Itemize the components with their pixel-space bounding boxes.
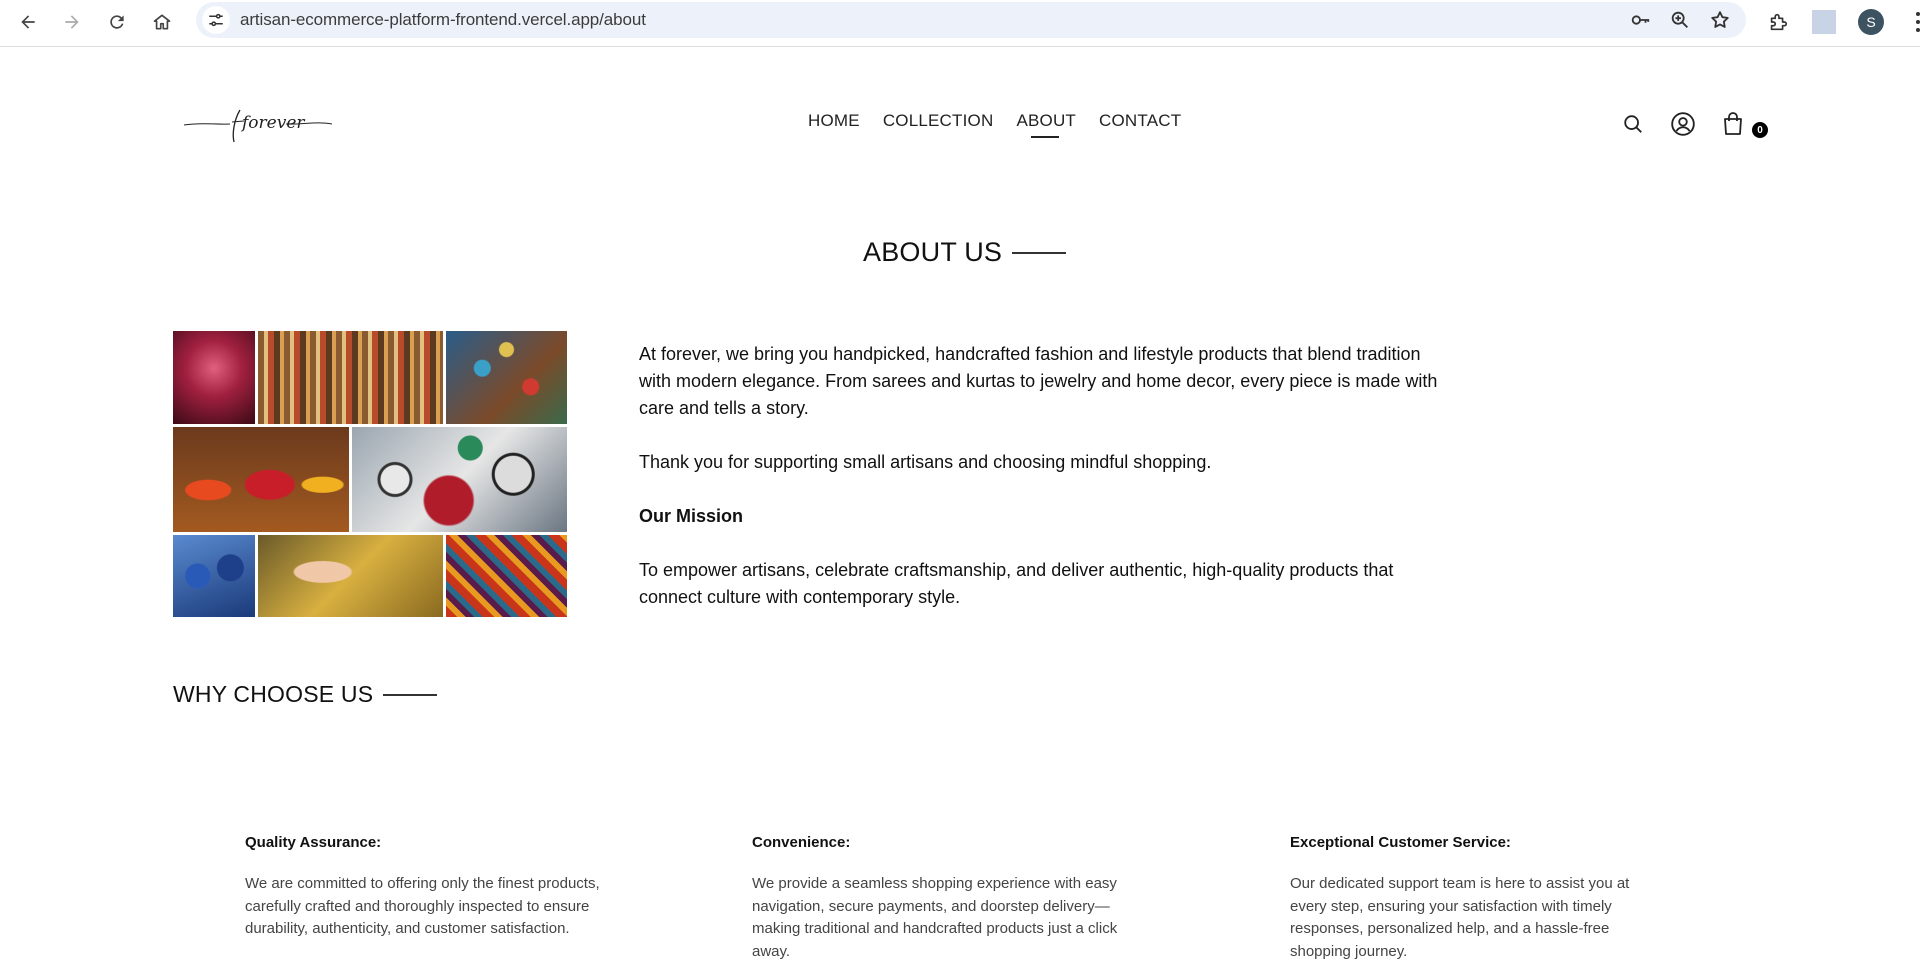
nav-collection[interactable]: COLLECTION <box>883 111 994 131</box>
about-paragraph-2: Thank you for supporting small artisans … <box>639 452 1212 472</box>
menu-dots-icon[interactable] <box>1906 10 1920 34</box>
forward-button[interactable] <box>56 6 88 38</box>
why-title-text: WHY CHOOSE US <box>173 681 374 707</box>
home-button[interactable] <box>146 6 178 38</box>
forever-logo-script: forever <box>183 109 333 143</box>
search-icon[interactable] <box>1622 113 1644 135</box>
tune-icon <box>209 13 223 27</box>
feature-customer-service: Exceptional Customer Service: Our dedica… <box>1290 834 1670 963</box>
feature-text: We provide a seamless shopping experienc… <box>752 875 1118 960</box>
extensions-icon[interactable] <box>1766 10 1790 34</box>
feature-title: Convenience: <box>752 834 851 851</box>
cart-button[interactable]: 0 <box>1722 112 1768 138</box>
feature-text: We are committed to offering only the fi… <box>245 875 600 937</box>
forward-icon <box>65 15 79 29</box>
svg-text:forever: forever <box>240 113 305 133</box>
address-bar[interactable]: artisan-ecommerce-platform-frontend.verc… <box>196 2 1746 38</box>
nav-contact[interactable]: CONTACT <box>1099 111 1181 131</box>
feature-convenience: Convenience: We provide a seamless shopp… <box>752 834 1132 963</box>
back-icon <box>21 15 35 29</box>
title-underline <box>383 693 438 696</box>
site-info-button[interactable] <box>202 6 230 34</box>
reload-icon <box>110 15 124 29</box>
about-title-text: ABOUT US <box>863 237 1003 267</box>
reload-button[interactable] <box>101 6 133 38</box>
browser-toolbar: artisan-ecommerce-platform-frontend.verc… <box>0 0 1920 47</box>
about-description: At forever, we bring you handpicked, han… <box>639 341 1439 638</box>
main-navigation: HOME COLLECTION ABOUT CONTACT <box>808 111 1181 138</box>
about-collage-image <box>173 331 567 617</box>
zoom-icon[interactable] <box>1668 8 1692 32</box>
password-key-icon[interactable] <box>1628 8 1652 32</box>
mission-heading: Our Mission <box>639 506 744 526</box>
bookmark-star-icon[interactable] <box>1708 8 1732 32</box>
cart-icon <box>1724 112 1742 135</box>
about-heading: ABOUT US <box>863 237 1067 268</box>
url-text[interactable]: artisan-ecommerce-platform-frontend.verc… <box>240 10 646 30</box>
about-paragraph-1: At forever, we bring you handpicked, han… <box>639 344 1438 418</box>
nav-home[interactable]: HOME <box>808 111 860 131</box>
title-underline <box>1012 251 1067 254</box>
cart-count-badge: 0 <box>1752 122 1768 138</box>
toolbar-divider <box>1812 10 1836 34</box>
mission-text: To empower artisans, celebrate craftsman… <box>639 560 1394 607</box>
site-logo[interactable]: forever <box>182 100 334 148</box>
feature-title: Exceptional Customer Service: <box>1290 834 1511 851</box>
why-choose-us-heading: WHY CHOOSE US <box>173 681 438 708</box>
nav-about[interactable]: ABOUT <box>1016 111 1076 138</box>
back-button[interactable] <box>12 6 44 38</box>
home-icon <box>153 14 171 30</box>
feature-title: Quality Assurance: <box>245 834 382 851</box>
feature-quality: Quality Assurance: We are committed to o… <box>245 834 625 941</box>
profile-icon[interactable] <box>1670 111 1696 137</box>
profile-avatar[interactable]: S <box>1858 9 1884 35</box>
feature-text: Our dedicated support team is here to as… <box>1290 875 1630 960</box>
